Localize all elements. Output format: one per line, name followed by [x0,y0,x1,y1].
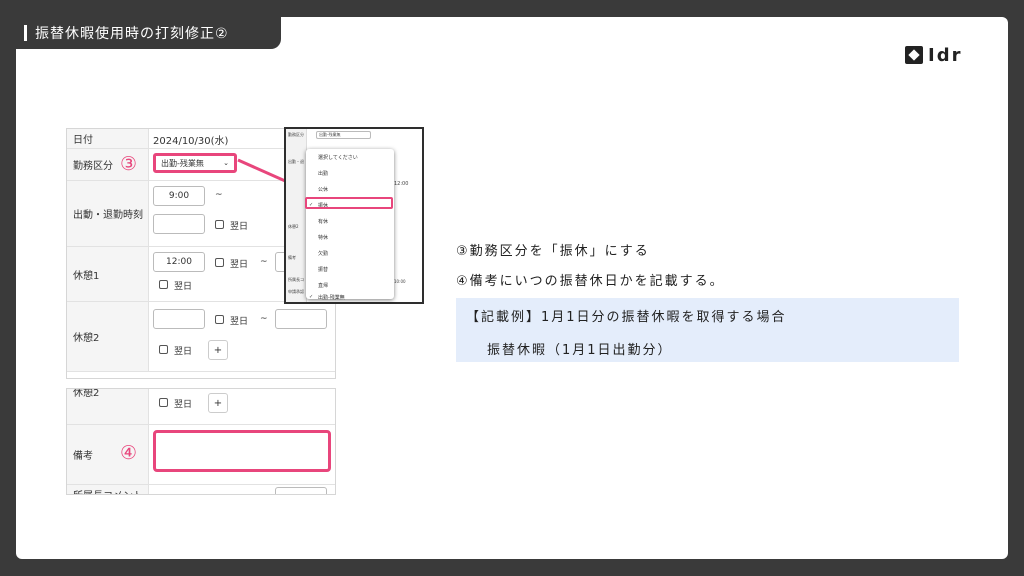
menu-item-2[interactable]: 公休 [318,186,328,193]
side-label-2: 休憩2 [288,224,299,229]
dropdown-select-header[interactable]: 出勤-残業無 [316,131,371,139]
dropdown-time-value-2: 10:00 [394,279,406,284]
menu-item-7[interactable]: 振替 [318,266,328,273]
selected-option-highlight [305,197,393,209]
menu-item-1[interactable]: 出勤 [318,170,328,177]
example-title: 【記載例】1月1日分の振替休暇を取得する場合 [466,310,787,325]
menu-item-0[interactable]: 選択してください [318,154,358,161]
dropdown-time-value: 12:00 [394,181,409,187]
side-label-4: 所属長コ [288,277,304,282]
dropdown-side-labels: 勤務区分 出勤・退 休憩2 備考 所属長コ 申請承認 [286,129,307,302]
check-icon-2: ✓ [309,294,314,300]
instruction-line-1: ③勤務区分を「振休」にする [456,244,650,259]
menu-item-9[interactable]: 出勤-残業無 [318,294,345,301]
menu-item-5[interactable]: 特休 [318,234,328,241]
example-text: 振替休暇（1月1日出勤分） [487,343,673,358]
side-label-3: 備考 [288,255,296,260]
menu-item-4[interactable]: 有休 [318,218,328,225]
dropdown-screenshot: 勤務区分 出勤・退 休憩2 備考 所属長コ 申請承認 出勤-残業無 12:00 … [284,127,424,304]
dropdown-page: 勤務区分 出勤・退 休憩2 備考 所属長コ 申請承認 出勤-残業無 12:00 … [286,129,422,302]
instruction-line-2: ④備考にいつの振替休日かを記載する。 [456,274,725,289]
side-label-5: 申請承認 [288,289,304,294]
menu-item-6[interactable]: 欠勤 [318,250,328,257]
work-type-dropdown-menu: 選択してください 出勤 公休 ✓ 振休 有休 特休 欠勤 振替 直帰 ✓ 出勤-… [306,149,394,301]
side-label-0: 勤務区分 [288,132,304,137]
side-label-1: 出勤・退 [288,159,304,164]
menu-item-8[interactable]: 直帰 [318,282,328,289]
